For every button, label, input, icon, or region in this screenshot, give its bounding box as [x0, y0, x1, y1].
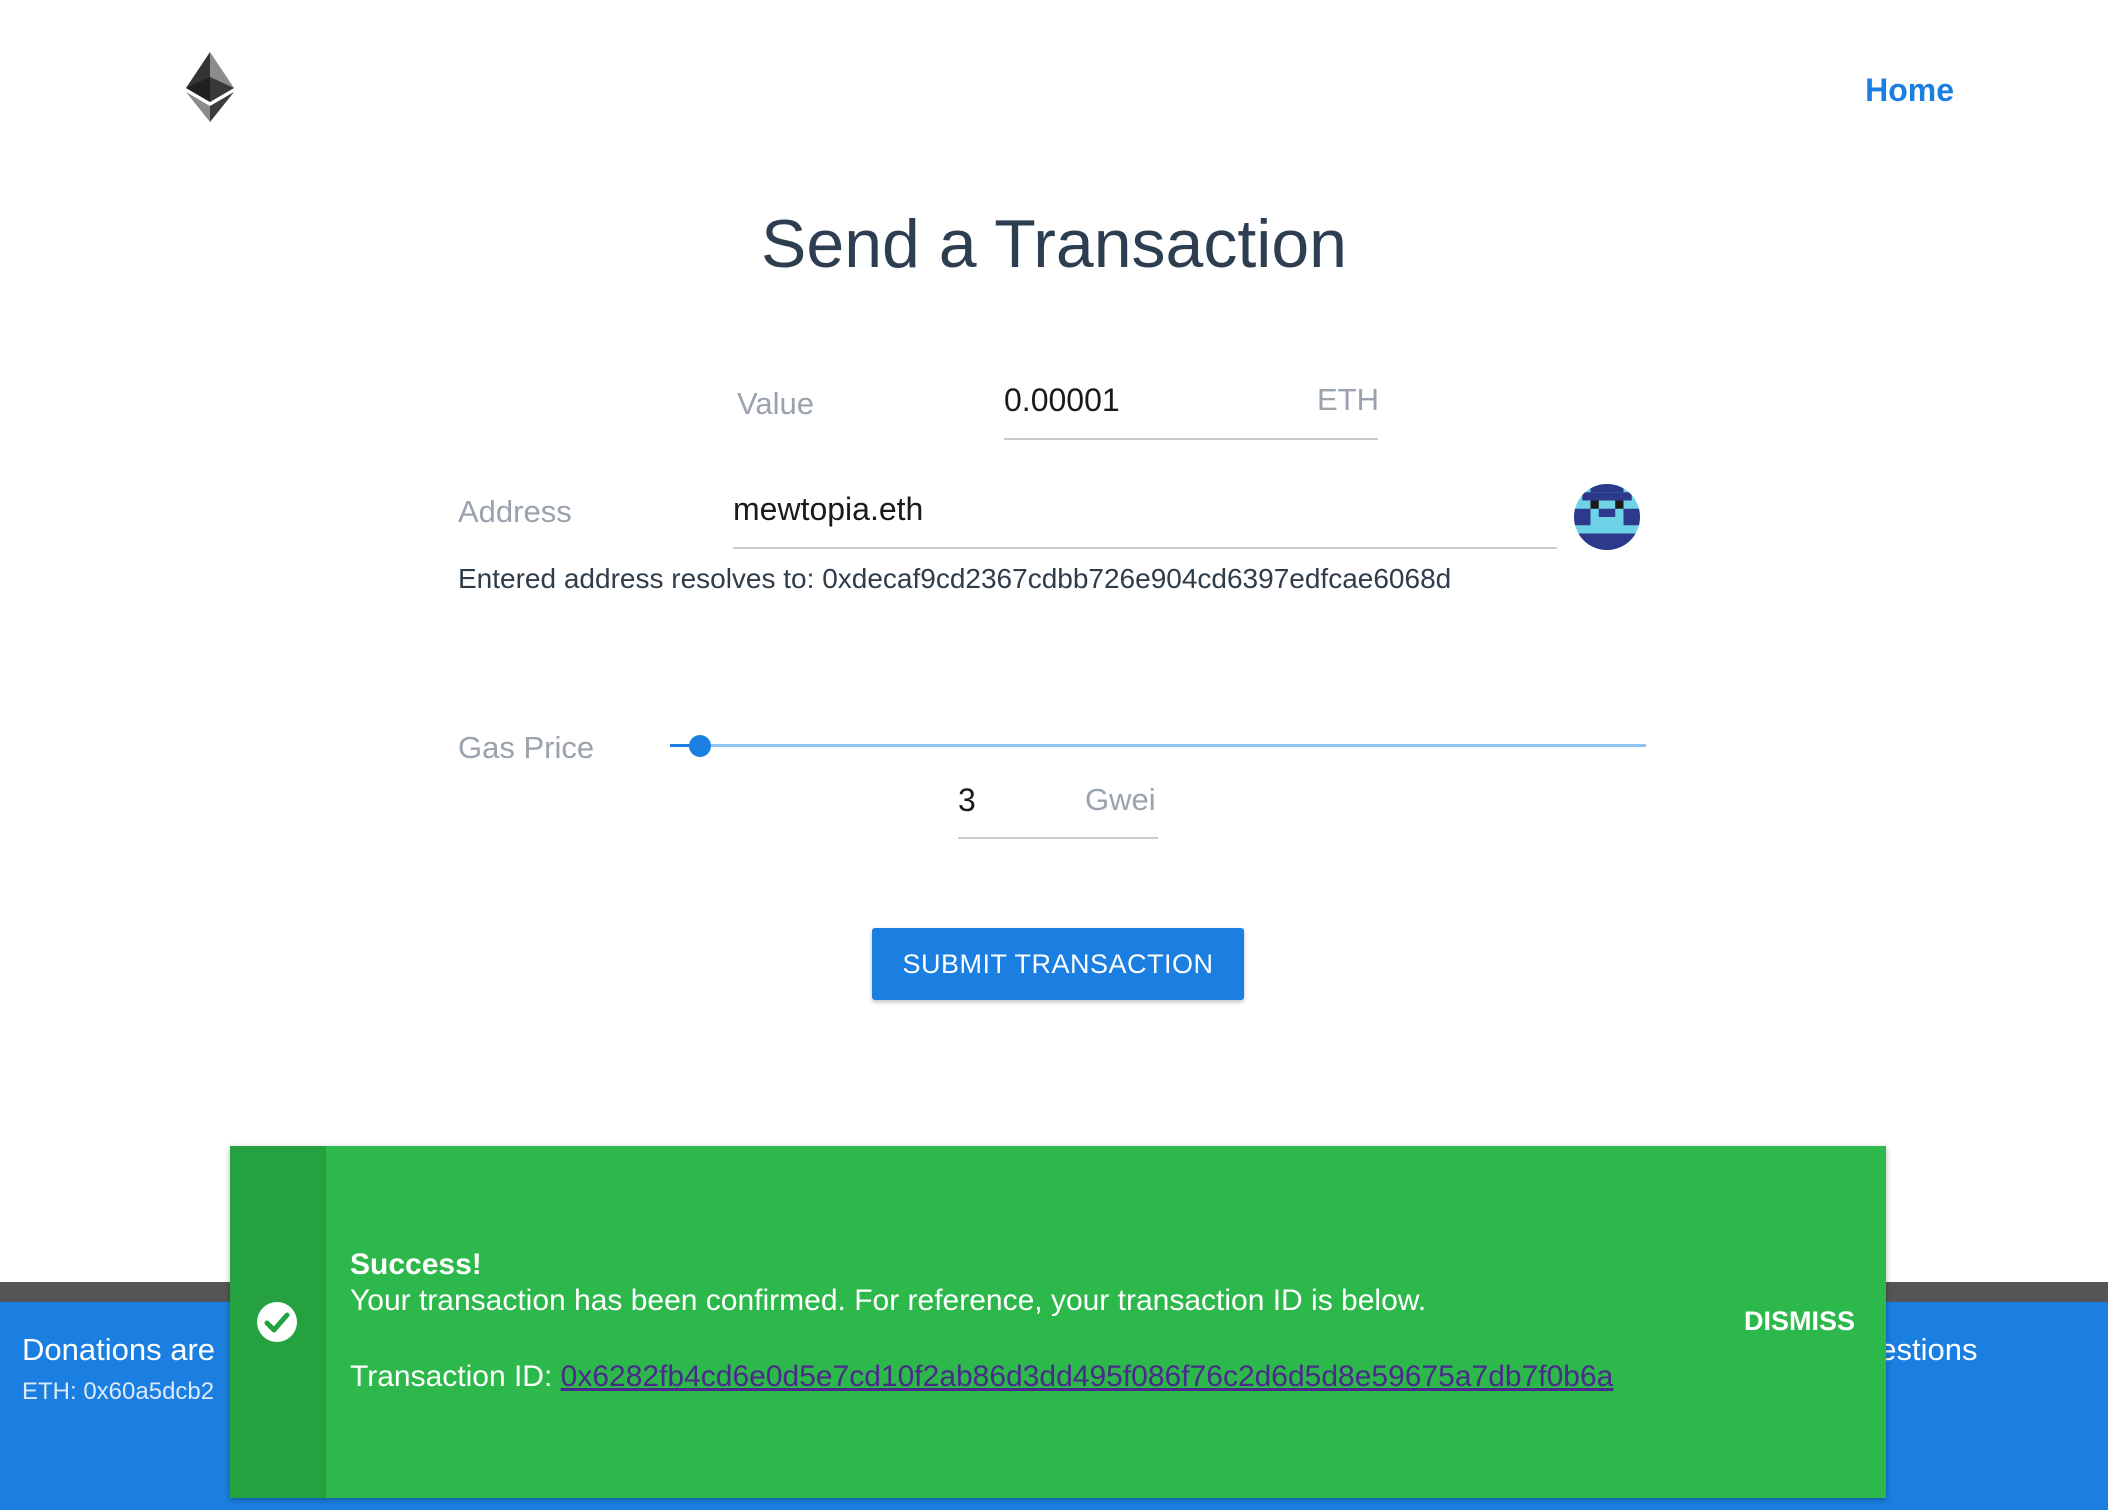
- footer-eth-address: ETH: 0x60a5dcb2: [22, 1378, 215, 1405]
- nav-home-link[interactable]: Home: [1865, 72, 1954, 109]
- toast-title: Success!: [350, 1248, 482, 1281]
- gas-price-underline: [958, 837, 1158, 839]
- gas-price-input[interactable]: 3: [958, 782, 976, 819]
- identicon-avatar-icon: [1574, 484, 1640, 550]
- value-underline: [1004, 438, 1378, 440]
- success-toast: Success! Your transaction has been confi…: [230, 1146, 1886, 1498]
- value-unit: ETH: [1317, 382, 1379, 417]
- page-title: Send a Transaction: [761, 206, 1347, 282]
- footer-donations-text: Donations are: [22, 1332, 216, 1367]
- address-underline: [733, 547, 1557, 549]
- gas-price-slider-fill: [670, 744, 690, 747]
- value-label: Value: [737, 386, 814, 421]
- toast-message: Your transaction has been confirmed. For…: [350, 1284, 1427, 1317]
- toast-txid-link[interactable]: 0x6282fb4cd6e0d5e7cd10f2ab86d3dd495f086f…: [561, 1360, 1614, 1393]
- address-label: Address: [458, 494, 572, 529]
- value-input[interactable]: 0.00001: [1004, 382, 1120, 419]
- check-circle-icon: [257, 1302, 297, 1342]
- ethereum-logo-icon[interactable]: [186, 52, 234, 122]
- submit-transaction-button[interactable]: SUBMIT TRANSACTION: [872, 928, 1244, 1000]
- gas-price-unit: Gwei: [1085, 782, 1156, 817]
- toast-transaction-id: Transaction ID: 0x6282fb4cd6e0d5e7cd10f2…: [350, 1360, 1613, 1394]
- address-input[interactable]: mewtopia.eth: [733, 491, 923, 528]
- address-resolves-text: Entered address resolves to: 0xdecaf9cd2…: [458, 563, 1452, 594]
- page: Home Send a Transaction Value 0.00001 ET…: [0, 0, 2108, 1510]
- dismiss-button[interactable]: DISMISS: [1744, 1306, 1855, 1337]
- gas-price-slider-track[interactable]: [670, 744, 1646, 747]
- toast-txid-label: Transaction ID:: [350, 1360, 553, 1393]
- gas-price-slider-thumb[interactable]: [688, 735, 711, 757]
- gas-price-label: Gas Price: [458, 730, 595, 765]
